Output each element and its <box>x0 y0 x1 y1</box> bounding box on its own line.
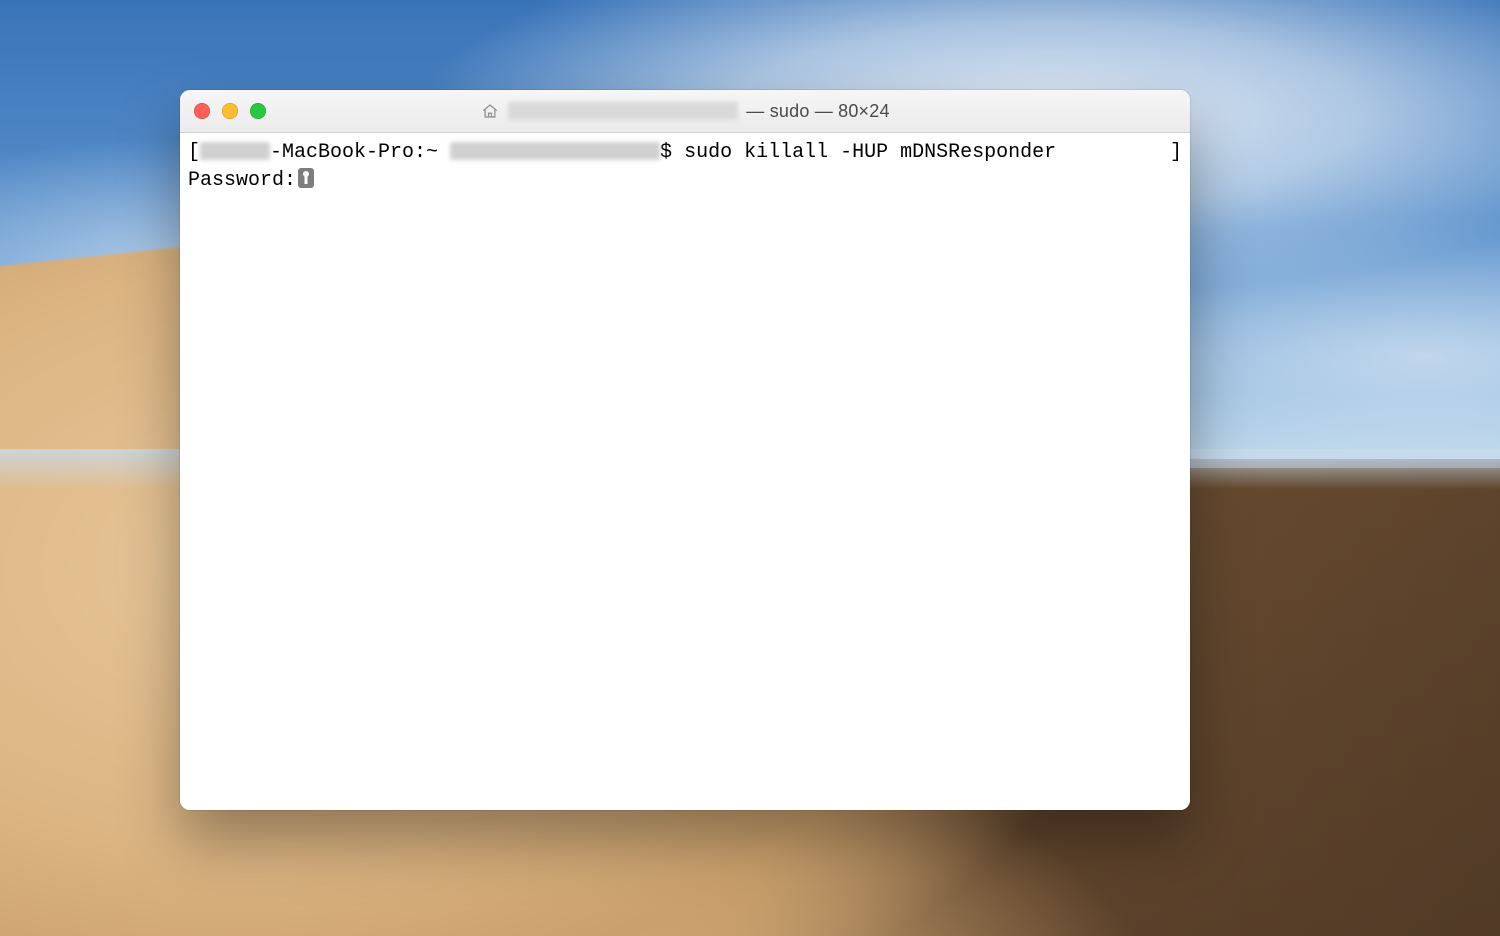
title-redacted-hostname <box>508 102 738 120</box>
prompt-close-bracket: ] <box>1170 139 1182 167</box>
terminal-line-1: [ -MacBook-Pro:~ $ sudo killall -HUP mDNS… <box>188 139 1182 167</box>
host-visible-fragment: -MacBook-Pro:~ <box>270 141 450 164</box>
terminal-line-2: Password: <box>188 167 1182 195</box>
home-icon <box>480 101 500 121</box>
minimize-button[interactable] <box>222 103 238 119</box>
prompt-open-bracket: [ <box>188 141 200 164</box>
username-redacted <box>450 142 660 160</box>
key-icon <box>298 168 314 188</box>
password-prompt-label: Password: <box>188 169 296 192</box>
traffic-lights <box>180 103 266 119</box>
hostname-redacted <box>200 142 270 160</box>
window-titlebar[interactable]: — sudo — 80×24 <box>180 90 1190 133</box>
window-title-suffix: — sudo — 80×24 <box>746 101 889 122</box>
terminal-window[interactable]: — sudo — 80×24 [ -MacBook-Pro:~ $ sudo ki… <box>180 90 1190 810</box>
command-text: sudo killall -HUP mDNSResponder <box>684 141 1056 164</box>
desktop-wallpaper: — sudo — 80×24 [ -MacBook-Pro:~ $ sudo ki… <box>0 0 1500 936</box>
terminal-output[interactable]: [ -MacBook-Pro:~ $ sudo killall -HUP mDNS… <box>180 133 1190 810</box>
zoom-button[interactable] <box>250 103 266 119</box>
window-title: — sudo — 80×24 <box>180 90 1190 132</box>
close-button[interactable] <box>194 103 210 119</box>
prompt-symbol: $ <box>660 141 684 164</box>
